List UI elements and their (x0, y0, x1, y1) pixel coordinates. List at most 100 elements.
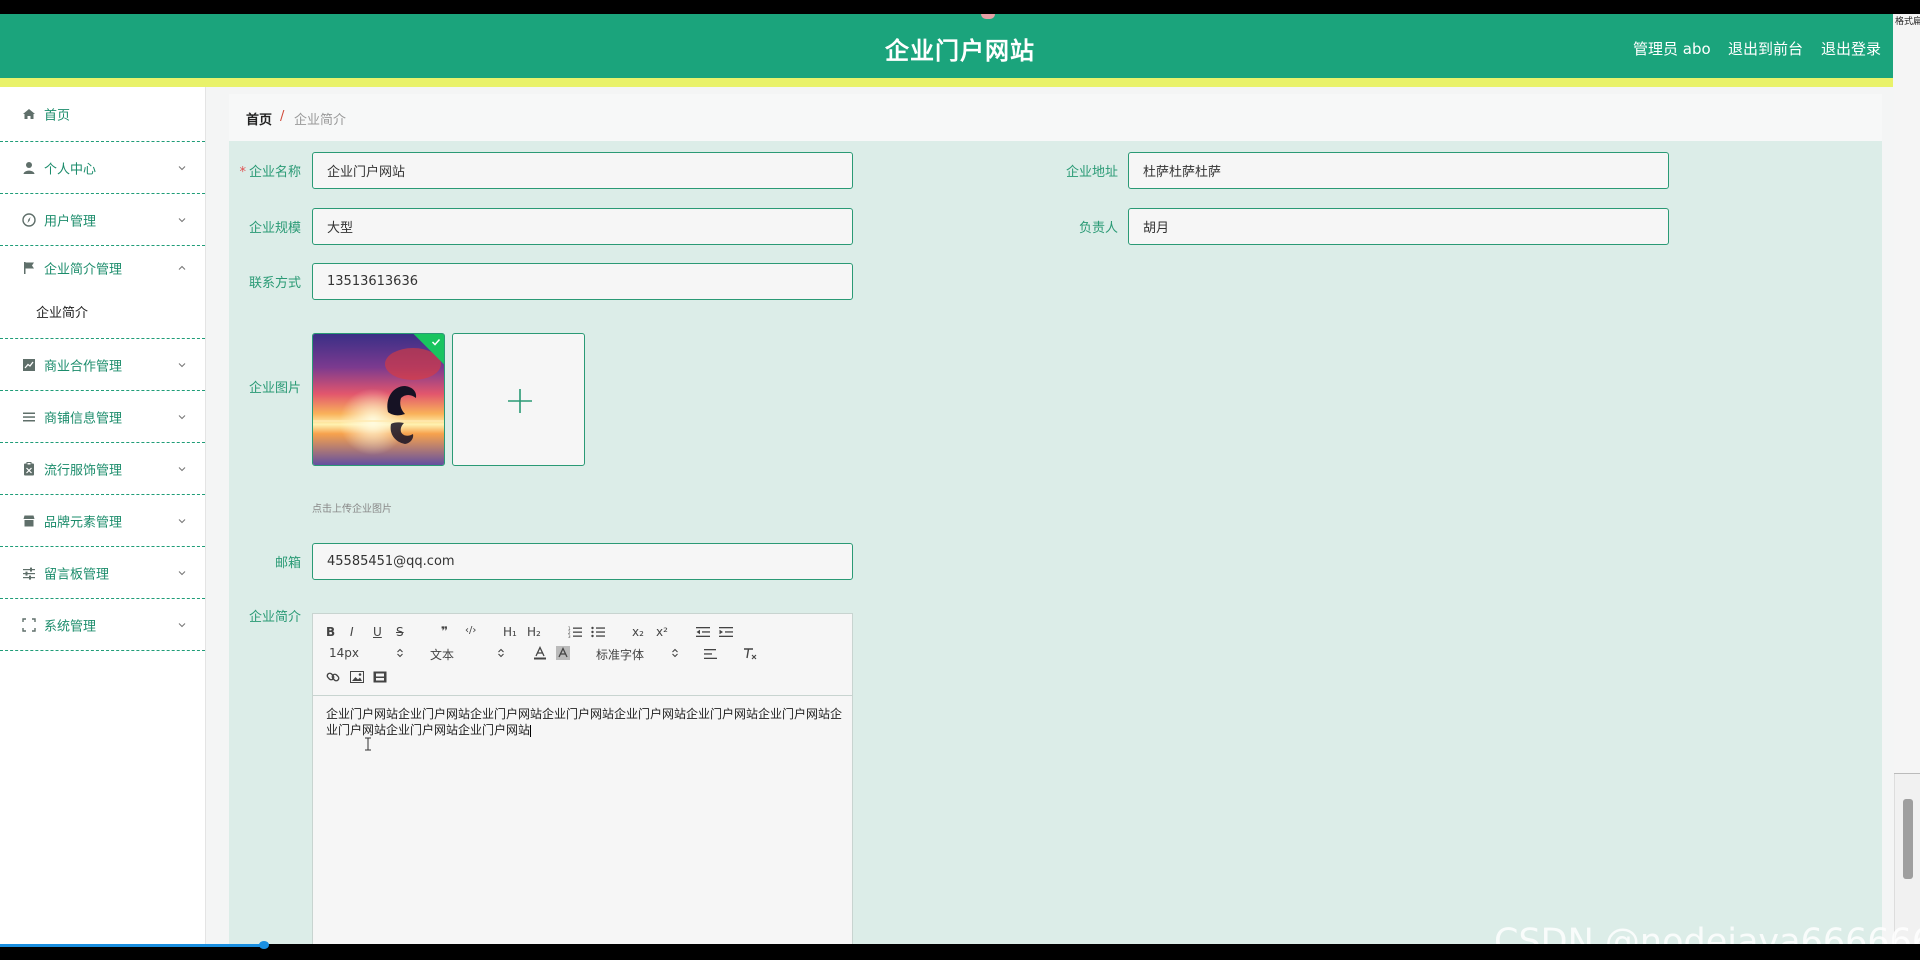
company-address-label: 企业地址 (1065, 165, 1118, 180)
breadcrumb: 首页 / 企业简介 (229, 94, 1882, 143)
subscript-button[interactable]: x₂ (632, 625, 644, 639)
chart-icon (23, 358, 35, 371)
breadcrumb-home[interactable]: 首页 (246, 109, 272, 128)
clear-format-icon[interactable] (743, 647, 757, 661)
underline-button[interactable]: U (373, 625, 382, 639)
sidebar: 首页 个人中心 用户管理 企业简介管理 企业简介 商业合作管理 商铺信息管理 流… (0, 87, 206, 944)
bullet-list-icon[interactable] (591, 626, 605, 638)
sidebar-item-business[interactable]: 商业合作管理 (0, 339, 205, 391)
sidebar-item-system[interactable]: 系统管理 (0, 599, 205, 651)
ordered-list-icon[interactable]: 123 (568, 626, 582, 638)
sidebar-item-fashion[interactable]: 流行服饰管理 (0, 443, 205, 495)
company-name-label: * 企业名称 (221, 161, 301, 180)
chevron-down-icon (178, 570, 186, 575)
progress-handle[interactable] (259, 941, 269, 949)
required-mark: * (239, 165, 246, 180)
check-icon (431, 338, 441, 346)
scrollbar-thumb[interactable] (1903, 799, 1913, 879)
link-icon[interactable] (326, 670, 340, 684)
sliders-icon (23, 567, 35, 580)
sidebar-item-label: 企业简介管理 (44, 262, 123, 278)
compass-icon (22, 212, 36, 227)
user-icon (23, 161, 35, 174)
company-name-label-text: 企业名称 (248, 165, 301, 180)
chevron-down-icon (178, 466, 186, 471)
sidebar-item-label: 流行服饰管理 (44, 463, 123, 478)
company-scale-input[interactable] (312, 208, 853, 245)
sidebar-item-label: 品牌元素管理 (44, 515, 123, 530)
text-format-select[interactable]: 文本 (430, 646, 454, 663)
company-image-label: 企业图片 (248, 381, 301, 396)
upload-button[interactable] (452, 333, 585, 466)
font-family-select[interactable]: 标准字体 (596, 646, 644, 663)
sidebar-item-label: 系统管理 (44, 619, 97, 634)
app-window: 企业门户网站 管理员 abo 退出到前台 退出登录 首页 个人中心 用户管理 企… (0, 14, 1920, 944)
email-input[interactable] (312, 543, 853, 580)
sidebar-item-shops[interactable]: 商铺信息管理 (0, 391, 205, 443)
frame-icon (22, 617, 36, 632)
admin-link[interactable]: 管理员 abo (1633, 38, 1711, 59)
chevron-down-icon (178, 518, 186, 523)
video-icon[interactable] (373, 671, 387, 683)
align-icon[interactable] (704, 648, 718, 660)
svg-text:3: 3 (568, 634, 571, 638)
breadcrumb-current: 企业简介 (294, 113, 347, 128)
company-name-input[interactable] (312, 152, 853, 189)
company-address-input[interactable] (1128, 152, 1669, 189)
sidebar-item-label: 首页 (44, 108, 71, 124)
image-icon[interactable] (350, 671, 364, 683)
contact-input[interactable] (312, 263, 853, 300)
text-cursor-icon (365, 737, 371, 751)
outdent-icon[interactable] (696, 626, 710, 638)
owner-label: 负责人 (1078, 221, 1118, 236)
bold-button[interactable]: B (326, 625, 335, 639)
font-color-icon[interactable] (533, 646, 547, 660)
sidebar-item-company-intro[interactable]: 企业简介管理 (0, 246, 205, 290)
font-size-select[interactable]: 14px (329, 646, 359, 660)
h2-button[interactable]: H₂ (527, 625, 541, 639)
code-block-button[interactable]: ‹/› (465, 625, 476, 636)
avatar-notch (981, 14, 995, 19)
editor-content-text: 企业门户网站企业门户网站企业门户网站企业门户网站企业门户网站企业门户网站企业门户… (326, 707, 843, 737)
submenu-label: 企业简介 (36, 306, 89, 321)
select-arrows-icon (672, 648, 678, 658)
sidebar-item-label: 留言板管理 (44, 567, 110, 582)
italic-button[interactable]: I (350, 625, 354, 639)
background-color-icon[interactable] (556, 646, 570, 660)
sidebar-item-label: 个人中心 (44, 162, 97, 177)
uploaded-image-thumbnail[interactable] (312, 333, 445, 466)
store-icon (23, 515, 35, 526)
upload-hint: 点击上传企业图片 (312, 504, 392, 515)
submenu-company-intro[interactable]: 企业简介 (0, 290, 205, 339)
flag-icon (24, 262, 34, 274)
chevron-up-icon (178, 265, 186, 270)
video-progress[interactable] (0, 944, 265, 947)
list-icon (23, 412, 35, 421)
owner-input[interactable] (1128, 208, 1669, 245)
back-to-front-link[interactable]: 退出到前台 (1728, 38, 1803, 59)
sidebar-item-users[interactable]: 用户管理 (0, 194, 205, 246)
sidebar-item-personal[interactable]: 个人中心 (0, 142, 205, 194)
h1-button[interactable]: H₁ (503, 625, 517, 639)
sidebar-item-label: 商铺信息管理 (44, 411, 123, 426)
strike-button[interactable]: S (396, 625, 404, 639)
select-arrows-icon (397, 648, 403, 658)
rich-text-editor: B I U S ❞ ‹/› H₁ H₂ 123 x₂ x² 14px 文本 标准… (312, 613, 853, 944)
blockquote-button[interactable]: ❞ (441, 624, 448, 638)
indent-icon[interactable] (719, 626, 733, 638)
logout-link[interactable]: 退出登录 (1821, 38, 1881, 59)
select-arrows-icon (498, 648, 504, 658)
sidebar-item-brand[interactable]: 品牌元素管理 (0, 495, 205, 547)
company-scale-label: 企业规模 (248, 221, 301, 236)
superscript-button[interactable]: x² (656, 625, 668, 639)
breadcrumb-separator: / (280, 109, 285, 124)
sidebar-item-home[interactable]: 首页 (0, 87, 205, 142)
editor-toolbar: B I U S ❞ ‹/› H₁ H₂ 123 x₂ x² 14px 文本 标准… (313, 614, 852, 696)
sidebar-item-messages[interactable]: 留言板管理 (0, 547, 205, 599)
right-panel (1894, 14, 1920, 774)
chevron-down-icon (178, 217, 186, 222)
chevron-down-icon (178, 165, 186, 170)
dolphin-sunset-image (313, 334, 444, 465)
editor-content[interactable]: 企业门户网站企业门户网站企业门户网站企业门户网站企业门户网站企业门户网站企业门户… (326, 706, 844, 738)
chevron-down-icon (178, 622, 186, 627)
